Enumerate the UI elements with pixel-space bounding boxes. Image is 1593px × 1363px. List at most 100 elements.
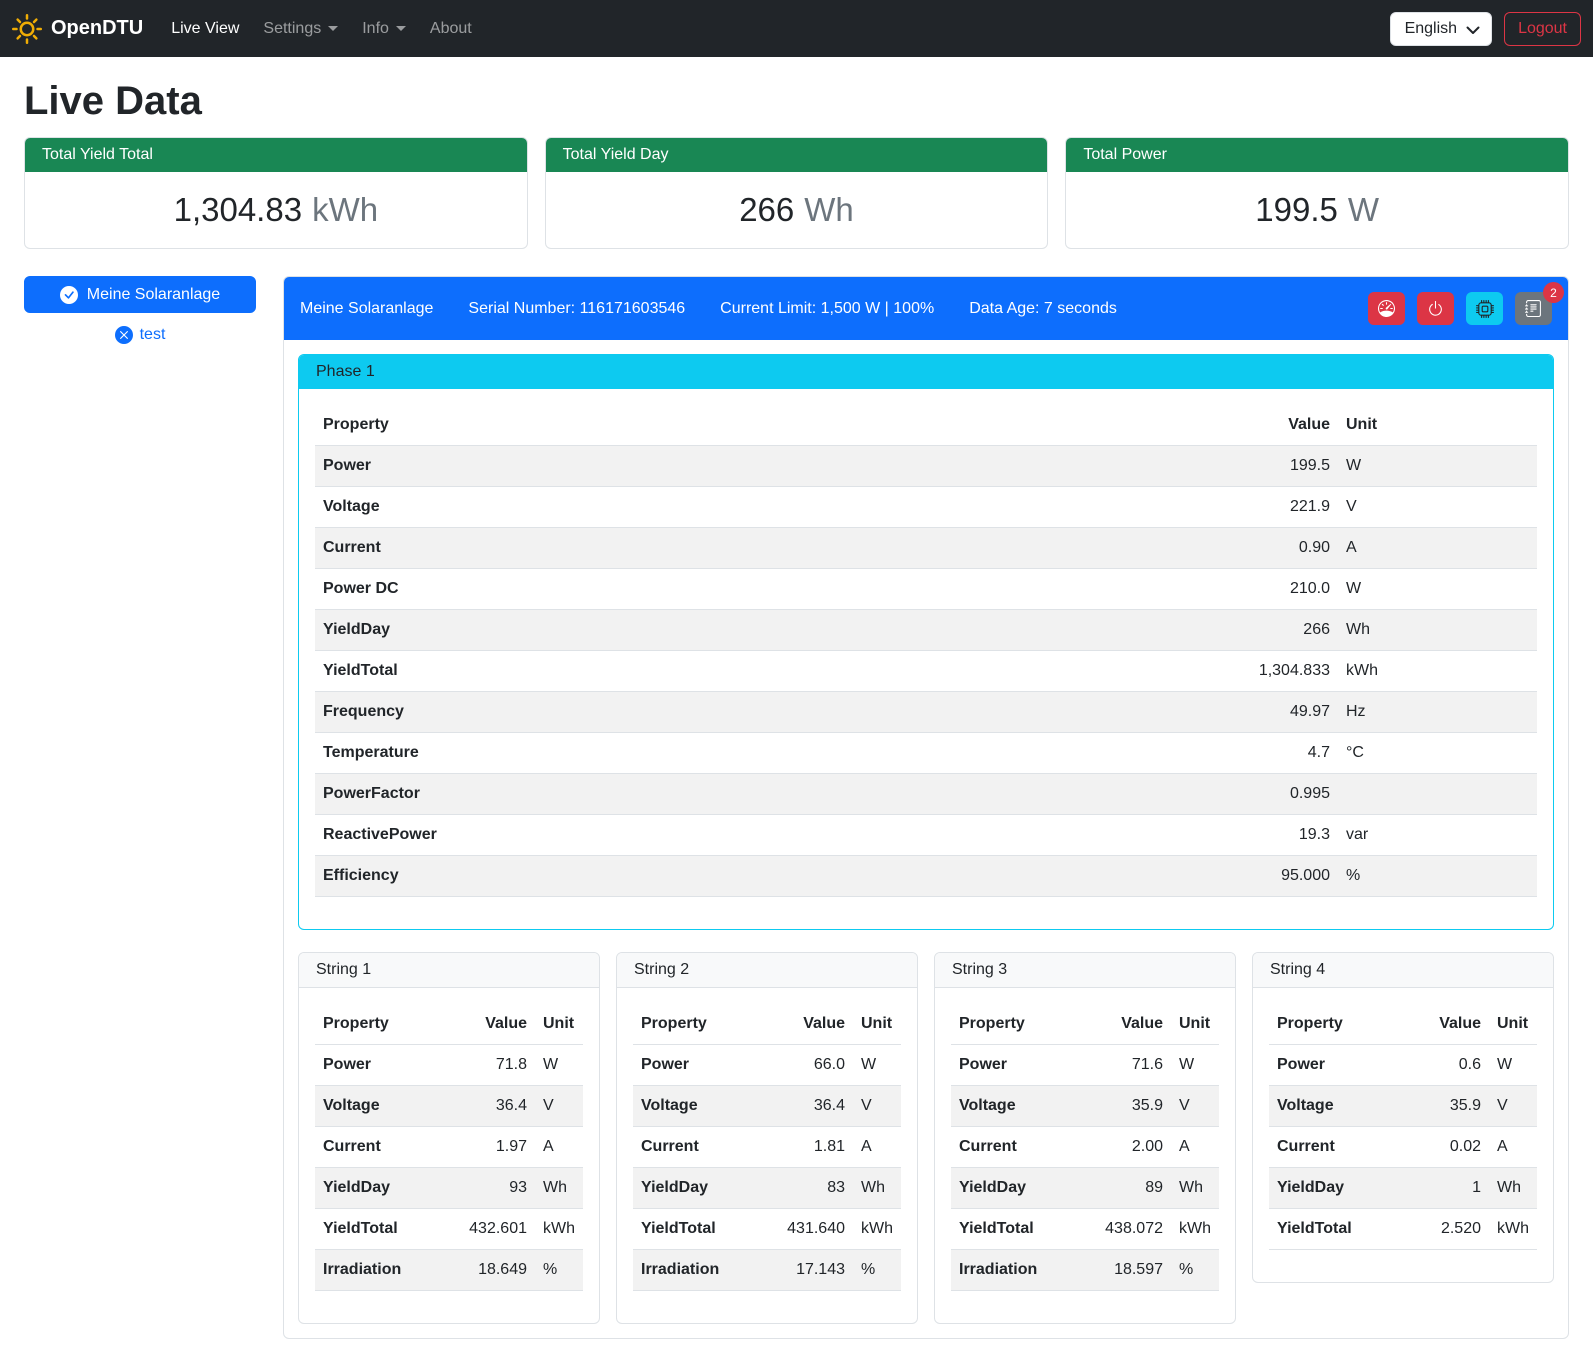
brand[interactable]: OpenDTU [12, 14, 143, 44]
row-unit: V [1171, 1086, 1219, 1127]
column-header-unit: Unit [1489, 1004, 1537, 1045]
check-circle-icon [60, 286, 78, 304]
nav-item-label: Info [362, 20, 389, 38]
row-property: Power [951, 1045, 1075, 1086]
summary-card-total-yield-total: Total Yield Total 1,304.83 kWh [24, 137, 528, 249]
table-row: PowerFactor0.995 [315, 774, 1537, 815]
row-value: 431.640 [757, 1209, 853, 1250]
column-header-property: Property [1269, 1004, 1393, 1045]
summary-card-total-power: Total Power 199.5 W [1065, 137, 1569, 249]
row-property: YieldTotal [1269, 1209, 1393, 1250]
row-value: 36.4 [757, 1086, 853, 1127]
table-header-row: Property Value Unit [315, 1004, 583, 1045]
row-value: 1.81 [757, 1127, 853, 1168]
table-row: Irradiation18.649% [315, 1250, 583, 1291]
row-unit: A [1489, 1127, 1537, 1168]
row-value: 0.995 [1198, 774, 1338, 815]
sun-logo-icon [12, 14, 42, 44]
inverter-item-test[interactable]: test [24, 326, 256, 344]
table-row: ReactivePower19.3var [315, 815, 1537, 856]
device-info-button[interactable] [1466, 292, 1503, 325]
string-panel-body: Property Value Unit Power71.6WVoltage35.… [935, 988, 1235, 1323]
nav-item-label: Settings [263, 20, 321, 38]
row-unit: Hz [1338, 692, 1537, 733]
row-unit: Wh [853, 1168, 901, 1209]
row-unit: V [1489, 1086, 1537, 1127]
row-property: Temperature [315, 733, 1198, 774]
table-row: Power71.8W [315, 1045, 583, 1086]
table-row: Current0.90A [315, 528, 1537, 569]
summary-value: 1,304.83 [174, 191, 302, 229]
row-value: 210.0 [1198, 569, 1338, 610]
table-body: Power0.6WVoltage35.9VCurrent0.02AYieldDa… [1269, 1045, 1537, 1250]
row-property: YieldDay [1269, 1168, 1393, 1209]
table-row: YieldTotal431.640kWh [633, 1209, 901, 1250]
table-head: Property Value Unit [951, 1004, 1219, 1045]
row-value: 18.597 [1075, 1250, 1171, 1291]
nav-item-live-view[interactable]: Live View [159, 12, 251, 46]
column-header-property: Property [951, 1004, 1075, 1045]
row-unit: Wh [1338, 610, 1537, 651]
summary-card-body: 199.5 W [1066, 172, 1568, 248]
row-property: ReactivePower [315, 815, 1198, 856]
inverter-selected-button[interactable]: Meine Solaranlage [24, 276, 256, 313]
speedometer-icon [1378, 300, 1395, 317]
row-property: YieldTotal [633, 1209, 757, 1250]
row-unit: % [1338, 856, 1537, 897]
event-count-badge: 2 [1543, 282, 1564, 303]
navbar-right: English Logout [1390, 12, 1581, 46]
row-unit: kWh [1338, 651, 1537, 692]
row-value: 83 [757, 1168, 853, 1209]
row-property: Power [633, 1045, 757, 1086]
row-value: 0.6 [1393, 1045, 1489, 1086]
row-value: 199.5 [1198, 446, 1338, 487]
power-switch-button[interactable] [1417, 292, 1454, 325]
row-property: YieldDay [951, 1168, 1075, 1209]
table-head: Property Value Unit [633, 1004, 901, 1045]
table-row: YieldTotal432.601kWh [315, 1209, 583, 1250]
inverter-selected-label: Meine Solaranlage [87, 286, 220, 304]
language-select[interactable]: English [1390, 12, 1492, 46]
event-log-button[interactable]: 2 [1515, 292, 1552, 325]
string-table: Property Value Unit Power0.6WVoltage35.9… [1269, 1004, 1537, 1250]
nav-links: Live View Settings Info About [159, 12, 484, 46]
row-unit: kWh [535, 1209, 583, 1250]
row-unit: W [853, 1045, 901, 1086]
table-row: Voltage35.9V [951, 1086, 1219, 1127]
row-property: YieldTotal [951, 1209, 1075, 1250]
row-property: Current [951, 1127, 1075, 1168]
row-unit: kWh [1171, 1209, 1219, 1250]
table-row: Current1.81A [633, 1127, 901, 1168]
x-circle-icon [115, 326, 133, 344]
nav-item-info[interactable]: Info [350, 12, 418, 46]
row-property: Voltage [1269, 1086, 1393, 1127]
row-unit: W [1338, 446, 1537, 487]
table-row: Irradiation18.597% [951, 1250, 1219, 1291]
table-header-row: Property Value Unit [315, 405, 1537, 446]
row-value: 35.9 [1393, 1086, 1489, 1127]
summary-card-body: 266 Wh [546, 172, 1048, 248]
row-value: 71.8 [439, 1045, 535, 1086]
row-unit: A [1171, 1127, 1219, 1168]
inverter-limit: Current Limit: 1,500 W | 100% [720, 300, 934, 318]
summary-value: 266 [739, 191, 794, 229]
summary-unit: kWh [312, 191, 378, 229]
limit-settings-button[interactable] [1368, 292, 1405, 325]
logout-button[interactable]: Logout [1504, 12, 1581, 46]
nav-item-about[interactable]: About [418, 12, 484, 46]
row-property: Current [315, 528, 1198, 569]
table-row: Voltage36.4V [633, 1086, 901, 1127]
row-property: Frequency [315, 692, 1198, 733]
nav-item-settings[interactable]: Settings [251, 12, 350, 46]
row-property: Irradiation [633, 1250, 757, 1291]
row-unit: V [853, 1086, 901, 1127]
table-row: Voltage35.9V [1269, 1086, 1537, 1127]
summary-card-body: 1,304.83 kWh [25, 172, 527, 248]
row-property: YieldTotal [315, 651, 1198, 692]
nav-item-label: About [430, 20, 472, 38]
row-property: Power [315, 446, 1198, 487]
row-unit: % [853, 1250, 901, 1291]
table-row: YieldDay266Wh [315, 610, 1537, 651]
row-property: YieldDay [315, 610, 1198, 651]
strings-row: String 1 Property Value Unit [298, 952, 1554, 1324]
